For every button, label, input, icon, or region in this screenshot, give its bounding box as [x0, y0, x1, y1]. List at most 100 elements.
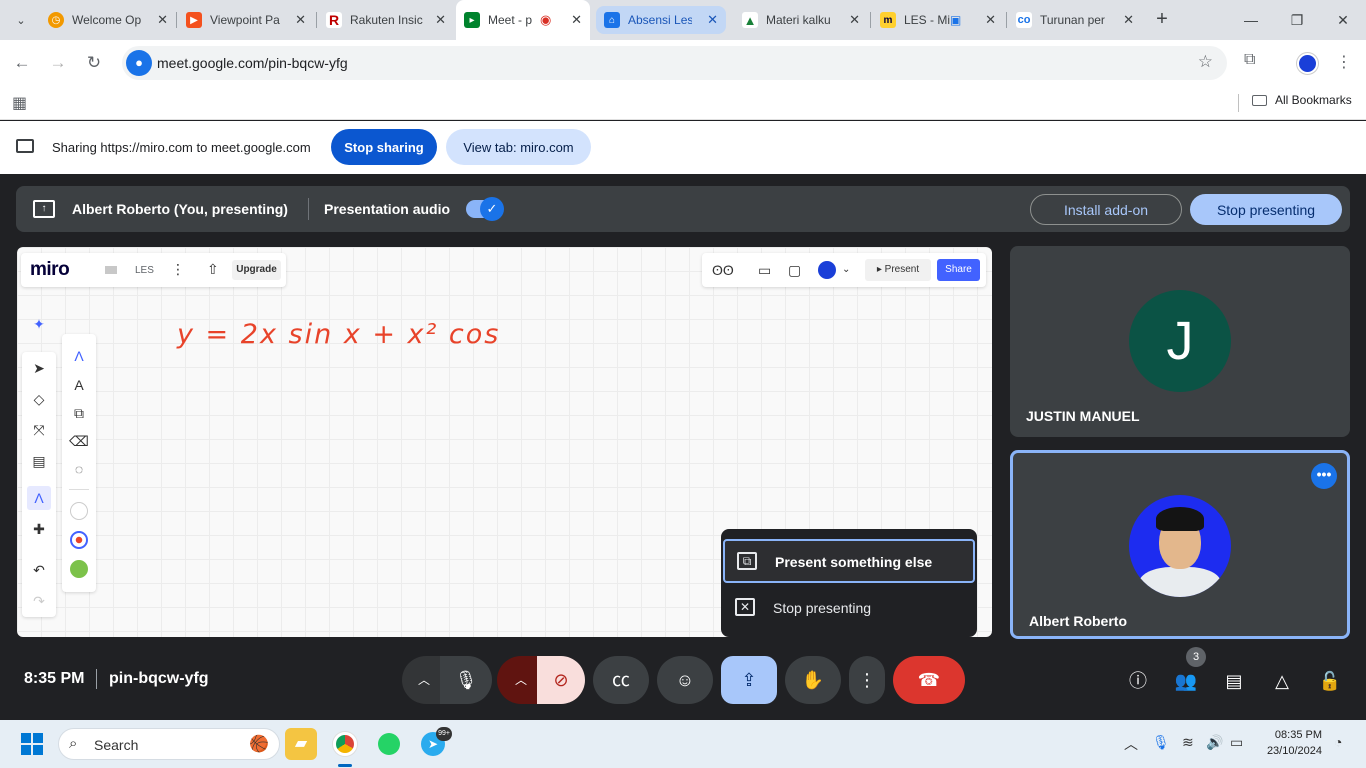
bookmark-star-icon[interactable]: ☆ [1198, 52, 1213, 72]
reload-button[interactable]: ↻ [82, 51, 106, 75]
apps-grid-icon[interactable]: ▦ [12, 93, 27, 113]
pen-tool-icon[interactable]: Λ [67, 344, 91, 368]
camera-button[interactable]: ⊘ [537, 656, 585, 704]
close-icon[interactable]: ✕ [707, 12, 718, 28]
minimize-button[interactable]: — [1228, 8, 1274, 32]
raise-hand-button[interactable]: ✋ [785, 656, 841, 704]
stop-presenting-item[interactable]: ✕ Stop presenting [723, 587, 975, 631]
activities-icon[interactable]: △ [1269, 668, 1295, 694]
video-icon[interactable]: ▢ [788, 262, 801, 279]
select-cursor-icon[interactable]: ➤ [27, 356, 51, 380]
leave-call-button[interactable]: ☎ [893, 656, 965, 704]
shapes-icon[interactable]: ◇ [27, 387, 51, 411]
view-tab-button[interactable]: View tab: miro.com [446, 129, 591, 165]
upgrade-button[interactable]: Upgrade [232, 260, 281, 280]
captions-button[interactable]: ㏄ [593, 656, 649, 704]
chat-icon[interactable]: ▤ [1221, 668, 1247, 694]
close-icon[interactable]: ✕ [295, 12, 306, 28]
presentation-audio-toggle[interactable]: ✓ [466, 197, 504, 221]
green-color-swatch[interactable] [70, 560, 88, 578]
tab-meet[interactable]: ▸ Meet - p ◉ ✕ [456, 0, 590, 40]
highlighter-icon[interactable]: A [67, 373, 91, 397]
install-addon-button[interactable]: Install add-on [1030, 194, 1182, 225]
extensions-icon[interactable]: ⧉ [1244, 51, 1255, 69]
tab-welcome[interactable]: ◷ Welcome Op ✕ [40, 6, 176, 34]
file-explorer-icon[interactable]: ▰ [285, 728, 317, 760]
collaborator-avatar[interactable] [818, 261, 836, 279]
wifi-icon[interactable]: ≋ [1182, 734, 1194, 751]
tab-rakuten[interactable]: R Rakuten Insic ✕ [318, 6, 454, 34]
volume-icon[interactable]: 🔊 [1206, 734, 1223, 751]
miro-present-button[interactable]: ▸ Present [865, 259, 931, 281]
close-icon[interactable]: ✕ [849, 12, 860, 28]
export-icon[interactable]: ⇧ [207, 261, 219, 278]
connector-icon[interactable]: ⤧ [27, 418, 51, 442]
add-icon[interactable]: ✚ [27, 517, 51, 541]
taskbar-time[interactable]: 08:35 PM [1270, 729, 1322, 741]
reactions-icon[interactable]: ʘʘ [712, 262, 734, 278]
board-name[interactable]: LES [135, 265, 154, 276]
tab-viewpoint[interactable]: ▶ Viewpoint Pa ✕ [178, 6, 314, 34]
smart-drawing-icon[interactable]: ⧉ [67, 401, 91, 425]
redo-icon[interactable]: ↷ [27, 589, 51, 613]
battery-icon[interactable]: ▭ [1230, 734, 1243, 751]
more-options-icon[interactable]: ••• [1311, 463, 1337, 489]
tab-absensi[interactable]: ⌂ Absensi Les ✕ [596, 6, 726, 34]
url-text[interactable]: meet.google.com/pin-bqcw-yfg [157, 55, 348, 71]
address-bar[interactable]: ● meet.google.com/pin-bqcw-yfg ☆ [122, 46, 1227, 80]
meeting-info-icon[interactable]: ⓘ [1125, 668, 1151, 694]
undo-icon[interactable]: ↶ [27, 558, 51, 582]
present-something-else-item[interactable]: ⧉ Present something else [723, 539, 975, 583]
close-icon[interactable]: ✕ [985, 12, 996, 28]
whatsapp-icon[interactable] [373, 728, 405, 760]
comment-icon[interactable]: ▭ [758, 262, 771, 279]
stop-sharing-button[interactable]: Stop sharing [331, 129, 437, 165]
present-now-button[interactable]: ⇪ [721, 656, 777, 704]
microphone-icon[interactable]: 🎙 [1152, 734, 1170, 751]
microphone-icon[interactable]: ● [126, 50, 152, 76]
frame-icon[interactable]: ▤ [27, 449, 51, 473]
tab-turunan[interactable]: co Turunan per ✕ [1008, 6, 1142, 34]
tab-search-button[interactable]: ⌄ [8, 8, 34, 32]
more-options-button[interactable]: ⋮ [849, 656, 885, 704]
window-close-button[interactable]: ✕ [1320, 8, 1366, 32]
new-tab-button[interactable]: + [1150, 8, 1174, 32]
people-icon[interactable]: 👥 [1173, 668, 1199, 694]
taskbar-date[interactable]: 23/10/2024 [1262, 745, 1322, 757]
chevron-down-icon[interactable]: ⌄ [842, 264, 850, 275]
taskbar-search[interactable]: ⌕ Search 🏀 [58, 728, 280, 760]
red-color-swatch[interactable] [70, 531, 88, 549]
participant-tile-albert[interactable]: ••• Albert Roberto [1010, 450, 1350, 639]
forward-button[interactable]: → [46, 51, 70, 75]
restore-button[interactable]: ❐ [1274, 8, 1320, 32]
start-button[interactable] [21, 733, 43, 755]
host-controls-icon[interactable]: 🔓 [1317, 668, 1343, 694]
ai-sparkle-icon[interactable]: ✦ [27, 312, 51, 336]
lasso-icon[interactable]: ◌ [67, 457, 91, 481]
stop-presenting-button[interactable]: Stop presenting [1190, 194, 1342, 225]
back-button[interactable]: ← [10, 51, 34, 75]
chrome-icon[interactable] [329, 728, 361, 760]
miro-logo[interactable]: miro [30, 259, 70, 281]
all-bookmarks-button[interactable]: All Bookmarks [1252, 93, 1352, 107]
close-icon[interactable]: ✕ [1123, 12, 1134, 28]
participant-tile-justin[interactable]: J JUSTIN MANUEL [1010, 246, 1350, 437]
microphone-button[interactable]: 🎙 [440, 656, 492, 704]
tab-les-miro[interactable]: m LES - Mi ▣ ✕ [872, 6, 1004, 34]
close-icon[interactable]: ✕ [571, 12, 582, 28]
tab-materi[interactable]: ▲ Materi kalku ✕ [734, 6, 868, 34]
more-vert-icon: ⋮ [858, 670, 876, 690]
board-menu-icon[interactable]: ⋮ [171, 261, 185, 278]
chevron-up-icon[interactable]: ︿ [1124, 734, 1138, 754]
close-icon[interactable]: ✕ [157, 12, 168, 28]
browser-menu-icon[interactable]: ⋮ [1336, 52, 1352, 72]
miro-share-button[interactable]: Share [937, 259, 980, 281]
eraser-icon[interactable]: ⌫ [67, 429, 91, 453]
reactions-button[interactable]: ☺ [657, 656, 713, 704]
notification-icon[interactable]: ◔ [1334, 734, 1342, 750]
thin-stroke-swatch[interactable] [70, 502, 88, 520]
profile-avatar[interactable] [1297, 53, 1318, 74]
pen-icon[interactable]: Λ [27, 486, 51, 510]
meet-icon: ▸ [464, 12, 480, 28]
close-icon[interactable]: ✕ [435, 12, 446, 28]
